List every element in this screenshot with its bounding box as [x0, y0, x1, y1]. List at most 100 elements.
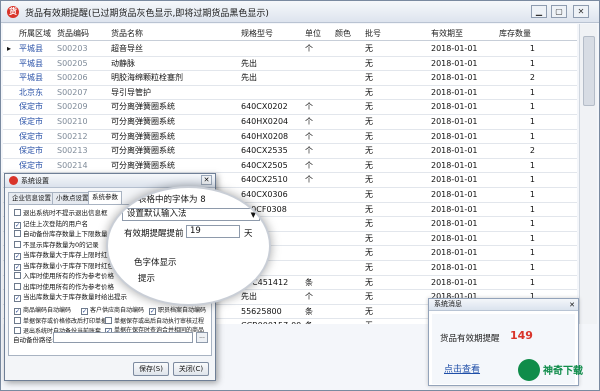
option-label: 记住上次登陆的用户名 [23, 219, 88, 228]
checkbox-empty-icon[interactable] [105, 317, 112, 324]
cell-region: 保定市 [19, 131, 43, 141]
cell-name: 可分离弹簧圈系统 [111, 160, 175, 170]
save-button[interactable]: 保存(S) [133, 362, 169, 376]
option-label: 职员档案自动编码 [158, 307, 207, 314]
col-region[interactable]: 所属区域 [17, 27, 53, 40]
option-checkbox[interactable]: 单据保存或出后自动执行审核过程 [105, 317, 204, 326]
option-checkbox[interactable]: 出库时使用所有的作为参考价格 [14, 282, 114, 291]
cell-expiry: 2018-01-01 [431, 160, 478, 170]
checkbox-empty-icon[interactable] [14, 282, 21, 290]
cell-expiry: 2018-01-01 [431, 73, 478, 83]
option-checkbox[interactable]: 单据保存或价格修改后打印单据 [14, 317, 107, 326]
col-batch[interactable]: 批号 [363, 27, 423, 40]
chevron-down-icon: ▼ [250, 211, 256, 219]
cell-qty: 1 [529, 87, 535, 97]
option-checkbox[interactable]: 不显示库存数量为0的记录 [14, 240, 99, 249]
table-row[interactable]: 保定市 S00214 可分离弹簧圈系统 640CX2505 个 无 2018-01-01 1 [3, 159, 577, 174]
option-checkbox[interactable]: ✓ 客户供应商自动编码 [81, 307, 144, 315]
cell-unit: 个 [305, 131, 313, 141]
col-code[interactable]: 货品编码 [55, 27, 107, 40]
option-checkbox[interactable]: 入库时使用所有的作为参考价格 [14, 272, 114, 280]
cell-qty: 1 [529, 160, 535, 170]
tab-system-params[interactable]: 系统参数 [88, 191, 122, 204]
checkbox-empty-icon[interactable] [14, 240, 21, 248]
input-method-select[interactable]: 设置默认输入法 ▼ [122, 208, 260, 221]
cell-batch: 无 [365, 263, 373, 272]
cell-batch: 无 [365, 248, 373, 258]
expiry-days-input[interactable]: 19 [186, 225, 240, 238]
checkbox-empty-icon[interactable] [14, 327, 21, 334]
checkbox-checked-icon[interactable]: ✓ [14, 263, 21, 271]
table-row[interactable]: 保定市 S00213 可分离弹簧圈系统 640CX2535 个 无 2018-01-01 2 [3, 144, 577, 159]
col-qty[interactable]: 库存数量 [497, 27, 539, 40]
col-unit[interactable]: 单位 [303, 27, 331, 40]
cell-expiry: 2018-01-01 [431, 131, 478, 141]
option-checkbox[interactable]: ✓ 职员档案自动编码 [149, 307, 206, 315]
checkbox-checked-icon[interactable]: ✓ [14, 221, 21, 229]
checkbox-empty-icon[interactable] [14, 209, 21, 216]
table-row[interactable]: 保定市 S00210 可分离弹簧圈系统 640HX0204 个 无 2018-01-01 1 [3, 115, 577, 130]
close-button[interactable]: ✕ [573, 5, 589, 18]
checkbox-checked-icon[interactable]: ✓ [14, 308, 21, 315]
checkbox-checked-icon[interactable]: ✓ [81, 308, 88, 315]
col-spec[interactable]: 规格型号 [239, 27, 301, 40]
cell-unit [303, 71, 331, 85]
cell-expiry: 2018-01-01 [431, 102, 478, 112]
watermark-logo-icon [518, 359, 540, 381]
table-row[interactable]: 平城县 S00206 明胶海绵颗粒栓塞剂 先出 无 2018-01-01 2 [3, 71, 577, 86]
backup-path-input[interactable] [53, 332, 193, 343]
cell-unit: 个 [305, 175, 313, 185]
option-label: 客户供应商自动编码 [90, 307, 145, 314]
table-row[interactable]: 保定市 S00209 可分离弹簧圈系统 640CX0202 个 无 2018-01-01 1 [3, 100, 577, 115]
magnifier-overlay: 表格中的字体为 8 设置默认输入法 ▼ 有效期提醒提前 19 天 色字体显示 提示 [106, 186, 271, 306]
tab-decimal[interactable]: 小数点设置 [52, 192, 93, 204]
vertical-scrollbar[interactable] [579, 24, 597, 324]
scroll-thumb[interactable] [583, 36, 595, 106]
table-row[interactable]: 平城县 S00205 动静脉 先出 无 2018-01-01 1 [3, 57, 577, 72]
option-checkbox[interactable]: ✓ 当出库数量大于库存数量时给出提示 [14, 293, 127, 302]
col-name[interactable]: 货品名称 [109, 27, 237, 40]
minimize-button[interactable]: ▁ [531, 5, 547, 18]
table-header: 所属区域 货品编码 货品名称 规格型号 单位 颜色 批号 有效期至 库存数量 [3, 27, 577, 41]
cell-region: 平城县 [19, 58, 43, 68]
checkbox-empty-icon[interactable] [14, 317, 21, 324]
dialog-close-icon[interactable]: ✕ [201, 175, 212, 185]
cell-color [333, 115, 361, 129]
browse-button[interactable]: ... [196, 332, 208, 343]
checkbox-checked-icon[interactable]: ✓ [14, 253, 21, 260]
cell-code: S00214 [57, 160, 88, 170]
cell-color [333, 319, 361, 324]
notification-label: 货品有效期提醒 [440, 334, 500, 344]
cell-code: S00212 [57, 131, 88, 141]
checkbox-empty-icon[interactable] [14, 272, 21, 279]
cell-unit: 个 [305, 102, 313, 112]
checkbox-checked-icon[interactable]: ✓ [14, 295, 21, 302]
cell-expiry: 2018-01-01 [431, 263, 478, 272]
cell-color [333, 71, 361, 85]
table-row[interactable]: ▸ 平城县 S00203 超音导丝 个 无 2018-01-01 1 [3, 42, 577, 57]
col-color[interactable]: 颜色 [333, 27, 361, 40]
cell-code: S00213 [57, 146, 88, 156]
option-checkbox[interactable]: ✓ 记住上次登陆的用户名 [14, 220, 88, 229]
watermark-text: 神奇下载 [543, 366, 583, 377]
table-row[interactable]: 保定市 S00212 可分离弹簧圈系统 640HX0208 个 无 2018-01-01 1 [3, 130, 577, 145]
option-checkbox[interactable]: ✓ 商品编码自动编码 [14, 307, 71, 315]
option-label: 入库时使用所有的作为参考价格 [23, 272, 114, 280]
checkbox-checked-icon[interactable]: ✓ [149, 308, 156, 315]
window-title: 货品有效期提醒(已过期货品灰色显示,即将过期货品黑色显示) [25, 9, 269, 19]
cell-color [333, 305, 361, 319]
dialog-close-button[interactable]: 关闭(C) [173, 362, 209, 376]
cell-unit: 个 [305, 44, 313, 53]
option-checkbox[interactable]: 退出系统时不提示退出信息框 [14, 209, 108, 217]
checkbox-empty-icon[interactable] [14, 230, 21, 237]
cell-region: 平城县 [19, 44, 43, 53]
cell-color [333, 290, 361, 304]
cell-qty: 1 [529, 277, 535, 287]
notification-view-link[interactable]: 点击查看 [444, 362, 480, 375]
maximize-button[interactable]: ▢ [551, 5, 567, 18]
col-expiry[interactable]: 有效期至 [429, 27, 495, 40]
notification-close-icon[interactable]: ✕ [569, 300, 575, 311]
table-row[interactable]: 北京东 S00207 导引导管护 无 2018-01-01 1 [3, 86, 577, 101]
option-checkbox[interactable]: 自动备份库存数量上下限数量 [14, 230, 108, 238]
tab-company-info[interactable]: 企业信息设置 [8, 192, 55, 204]
